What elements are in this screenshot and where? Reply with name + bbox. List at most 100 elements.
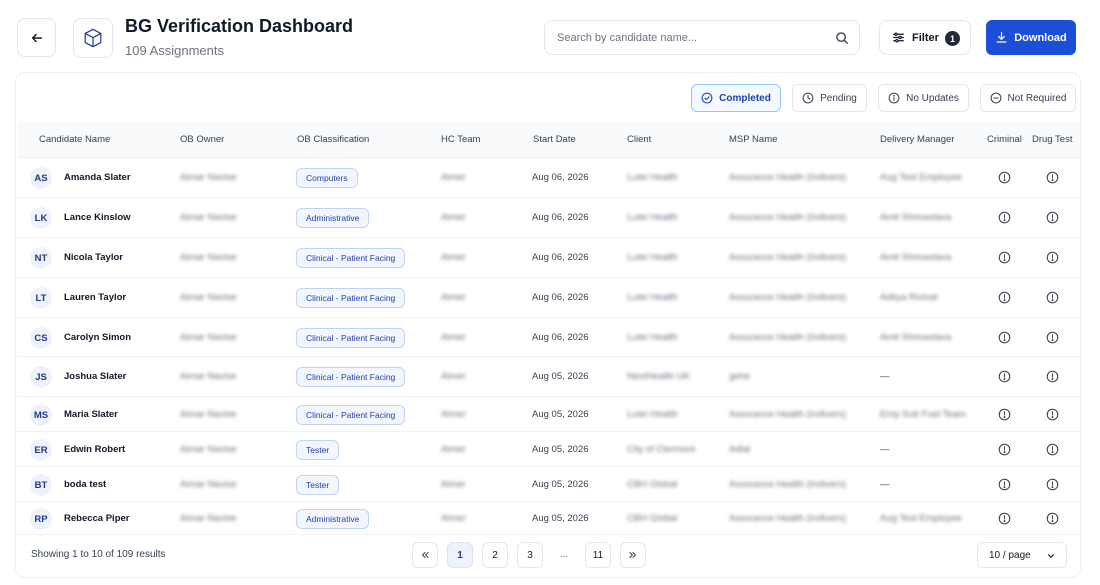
candidate-name[interactable]: boda test <box>64 479 106 490</box>
download-button[interactable]: Download <box>986 20 1076 55</box>
msp-name: Adlal <box>729 444 751 455</box>
column-header-hc-team[interactable]: HC Team <box>441 134 480 145</box>
candidate-name[interactable]: Lance Kinslow <box>64 212 131 223</box>
criminal-info-icon[interactable] <box>998 443 1011 456</box>
start-date: Aug 06, 2026 <box>532 172 589 183</box>
drug-test-info-icon[interactable] <box>1046 370 1059 383</box>
drug-test-info-icon[interactable] <box>1046 512 1059 525</box>
candidate-name[interactable]: Maria Slater <box>64 409 118 420</box>
filter-button[interactable]: Filter 1 <box>879 20 971 55</box>
drug-test-info-icon[interactable] <box>1046 291 1059 304</box>
table-header: Candidate Name OB Owner OB Classificatio… <box>18 122 1080 158</box>
status-filter-pending[interactable]: Pending <box>792 84 867 112</box>
page-size-select[interactable]: 10 / page <box>977 542 1067 568</box>
client: Lutei Health <box>627 409 678 420</box>
client: Lutei Health <box>627 332 678 343</box>
avatar: BT <box>30 474 52 496</box>
drug-test-info-icon[interactable] <box>1046 171 1059 184</box>
candidate-name[interactable]: Carolyn Simon <box>64 332 131 343</box>
table-row[interactable]: RP Rebecca Piper Aimar Navise Administrativ… <box>18 502 1080 535</box>
page-title: BG Verification Dashboard <box>125 16 354 36</box>
chevron-down-icon <box>1047 554 1055 558</box>
delivery-manager: — <box>880 444 890 455</box>
drug-test-info-icon[interactable] <box>1046 211 1059 224</box>
drug-test-info-icon[interactable] <box>1046 478 1059 491</box>
first-page-button[interactable] <box>412 542 438 568</box>
column-header-ob-owner[interactable]: OB Owner <box>180 134 224 145</box>
table-row[interactable]: LT Lauren Taylor Aimar Navise Clinical - Pa… <box>18 278 1080 318</box>
hc-team: Aimer <box>441 172 466 183</box>
status-filter-not-required[interactable]: Not Required <box>980 84 1076 112</box>
column-header-candidate-name[interactable]: Candidate Name <box>39 134 110 145</box>
column-header-criminal[interactable]: Criminal <box>987 134 1022 145</box>
back-button[interactable] <box>17 18 56 57</box>
drug-test-info-icon[interactable] <box>1046 408 1059 421</box>
classification-badge: Clinical - Patient Facing <box>296 248 406 268</box>
page-button-3[interactable]: 3 <box>517 542 543 568</box>
column-header-msp-name[interactable]: MSP Name <box>729 134 777 145</box>
avatar: RP <box>30 508 52 530</box>
table-row[interactable]: MS Maria Slater Aimar Navise Clinical - Pat… <box>18 397 1080 432</box>
page-button-1[interactable]: 1 <box>447 542 473 568</box>
search-input[interactable] <box>557 29 817 47</box>
drug-test-info-icon[interactable] <box>1046 443 1059 456</box>
page-button-2[interactable]: 2 <box>482 542 508 568</box>
drug-test-info-icon[interactable] <box>1046 331 1059 344</box>
filter-count-badge: 1 <box>945 31 960 46</box>
drug-test-info-icon[interactable] <box>1046 251 1059 264</box>
classification-badge: Tester <box>296 440 340 460</box>
table-row[interactable]: NT Nicola Taylor Aimar Navise Clinical - Pa… <box>18 238 1080 278</box>
hc-team: Aimer <box>441 513 466 524</box>
column-header-start-date[interactable]: Start Date <box>533 134 576 145</box>
client: Lutei Health <box>627 212 678 223</box>
criminal-info-icon[interactable] <box>998 512 1011 525</box>
criminal-info-icon[interactable] <box>998 370 1011 383</box>
delivery-manager: Emp Sub Fuel Team <box>880 409 966 420</box>
candidate-name[interactable]: Rebecca Piper <box>64 513 129 524</box>
start-date: Aug 06, 2026 <box>532 292 589 303</box>
table-row[interactable]: AS Amanda Slater Aimar Navise Computers Aime… <box>18 158 1080 198</box>
criminal-info-icon[interactable] <box>998 211 1011 224</box>
delivery-manager: — <box>880 479 890 490</box>
check-circle-icon <box>701 92 713 104</box>
arrow-left-icon <box>31 33 42 42</box>
page-button-11[interactable]: 11 <box>585 542 611 568</box>
candidate-name[interactable]: Edwin Robert <box>64 444 125 455</box>
candidate-name[interactable]: Joshua Slater <box>64 371 126 382</box>
table-row[interactable]: JS Joshua Slater Aimar Navise Clinical - Pa… <box>18 357 1080 397</box>
avatar: CS <box>30 327 52 349</box>
candidate-name[interactable]: Amanda Slater <box>64 172 131 183</box>
criminal-info-icon[interactable] <box>998 291 1011 304</box>
classification-badge: Clinical - Patient Facing <box>296 328 406 348</box>
criminal-info-icon[interactable] <box>998 251 1011 264</box>
column-header-ob-classification[interactable]: OB Classification <box>297 134 369 145</box>
table-row[interactable]: CS Carolyn Simon Aimar Navise Clinical - Pa… <box>18 318 1080 357</box>
hc-team: Aimer <box>441 479 466 490</box>
status-filter-completed[interactable]: Completed <box>691 84 781 112</box>
table-row[interactable]: LK Lance Kinslow Aimar Navise Administrativ… <box>18 198 1080 238</box>
search-icon[interactable] <box>835 31 849 45</box>
avatar: LT <box>30 287 52 309</box>
ob-owner: Aimar Navise <box>180 371 237 382</box>
start-date: Aug 06, 2026 <box>532 212 589 223</box>
status-filter-label: No Updates <box>906 92 959 104</box>
criminal-info-icon[interactable] <box>998 408 1011 421</box>
start-date: Aug 05, 2026 <box>532 479 589 490</box>
last-page-button[interactable] <box>620 542 646 568</box>
candidate-name[interactable]: Nicola Taylor <box>64 252 123 263</box>
avatar: LK <box>30 207 52 229</box>
classification-badge: Clinical - Patient Facing <box>296 288 406 308</box>
status-filter-no-updates[interactable]: No Updates <box>878 84 969 112</box>
criminal-info-icon[interactable] <box>998 171 1011 184</box>
delivery-manager: Aug Test Employee <box>880 513 962 524</box>
table-row[interactable]: ER Edwin Robert Aimar Navise Tester Aimer Aug… <box>18 432 1080 467</box>
criminal-info-icon[interactable] <box>998 478 1011 491</box>
ob-owner: Aimar Navise <box>180 172 237 183</box>
table-row[interactable]: BT boda test Aimar Navise Tester Aimer Aug 05… <box>18 467 1080 502</box>
column-header-client[interactable]: Client <box>627 134 651 145</box>
criminal-info-icon[interactable] <box>998 331 1011 344</box>
column-header-delivery-manager[interactable]: Delivery Manager <box>880 134 954 145</box>
column-header-drug-test[interactable]: Drug Test <box>1032 134 1072 145</box>
classification-badge: Computers <box>296 168 358 188</box>
candidate-name[interactable]: Lauren Taylor <box>64 292 126 303</box>
